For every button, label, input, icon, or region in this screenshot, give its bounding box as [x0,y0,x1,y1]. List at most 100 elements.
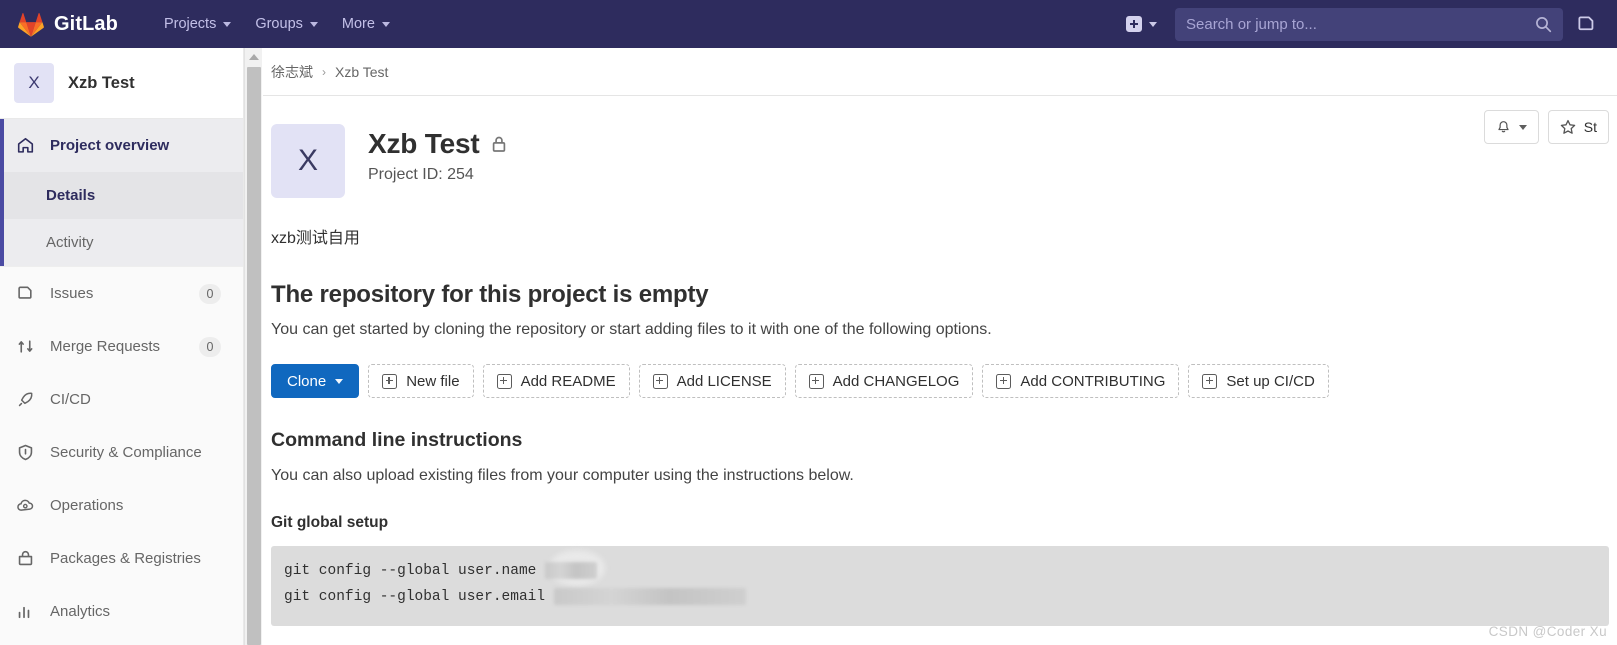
nav-groups-label: Groups [255,16,303,32]
chart-icon [18,606,30,619]
sidebar-item-details[interactable]: Details [0,172,243,219]
sidebar-label-details: Details [46,187,96,204]
chevron-down-icon [223,21,232,27]
breadcrumb: 徐志斌 › Xzb Test [263,48,1617,96]
add-changelog-button[interactable]: Add CHANGELOG [794,364,974,398]
chevron-down-icon [381,21,390,27]
sidebar-item-security[interactable]: Security & Compliance [0,426,243,479]
add-changelog-label: Add CHANGELOG [832,372,960,390]
star-button[interactable]: St [1547,110,1609,144]
repo-action-buttons: Clone New file Add README Add LICENSE Ad… [271,364,1617,398]
sidebar-item-packages[interactable]: Packages & Registries [0,532,243,585]
nav-item-groups[interactable]: Groups [245,10,328,38]
plus-square-icon [1202,373,1218,389]
sidebar-project-avatar: X [14,63,54,103]
sidebar-item-activity[interactable]: Activity [0,219,243,266]
setup-cicd-label: Set up CI/CD [1226,372,1315,390]
gitlab-brand[interactable]: GitLab [18,12,118,37]
cli-instructions-title: Command line instructions [271,429,523,451]
add-contributing-button[interactable]: Add CONTRIBUTING [982,364,1180,398]
code-email-text: git config --global user.email [284,589,554,605]
sidebar-subnav: Details Activity [0,172,243,266]
package-icon [18,550,33,566]
breadcrumb-separator: › [322,64,326,79]
project-meta: Xzb Test Project ID: 254 [368,124,508,184]
scrollbar-up-button[interactable] [245,48,263,65]
main-content: 徐志斌 › Xzb Test St X Xzb Test Project ID:… [263,48,1617,645]
breadcrumb-project[interactable]: Xzb Test [335,64,388,80]
sidebar-item-issues[interactable]: Issues 0 [0,267,243,320]
content-body: St X Xzb Test Project ID: 254 xzb测试自用 Th… [263,96,1617,626]
code-username-text: git config --global user.name [284,563,546,579]
plus-square-icon [652,373,668,389]
sidebar-label-merge-requests: Merge Requests [50,338,161,355]
redacted-username [545,561,598,579]
add-readme-label: Add README [520,372,616,390]
nav-item-projects[interactable]: Projects [154,10,241,38]
add-license-button[interactable]: Add LICENSE [638,364,786,398]
chevron-up-icon [249,53,259,60]
nav-projects-label: Projects [163,16,217,32]
git-setup-code-block[interactable]: git config --global user.name git config… [271,546,1609,626]
clone-button[interactable]: Clone [271,364,360,398]
sidebar-item-operations[interactable]: Operations [0,479,243,532]
create-new-button[interactable] [1120,10,1163,38]
breadcrumb-group[interactable]: 徐志斌 [271,62,313,82]
chevron-down-icon [1149,21,1157,27]
gitlab-logo-icon [18,12,44,37]
nav-item-more[interactable]: More [332,10,400,38]
issues-icon [1577,15,1593,30]
shield-icon [18,444,33,461]
home-icon [17,137,34,153]
project-avatar: X [271,124,345,198]
new-file-button[interactable]: New file [368,364,474,398]
scrollbar-thumb[interactable] [247,67,261,645]
notification-dropdown-button[interactable] [1483,110,1539,144]
plus-square-icon [496,373,512,389]
add-readme-button[interactable]: Add README [482,364,630,398]
sidebar-label-security: Security & Compliance [50,444,202,461]
sidebar-item-cicd[interactable]: CI/CD [0,373,243,426]
project-description: xzb测试自用 [271,230,360,247]
rocket-icon [18,392,33,407]
brand-label: GitLab [54,12,118,35]
issues-icon [18,286,32,299]
clone-label: Clone [287,372,327,390]
project-title-row: Xzb Test [368,128,508,160]
project-sidebar: X Xzb Test Project overview Details Acti… [0,48,244,645]
primary-nav: Projects Groups More [154,10,400,38]
sidebar-overview-group: Project overview Details Activity [0,119,243,267]
plus-square-icon [1126,16,1142,32]
redacted-email [553,587,746,605]
sidebar-label-analytics: Analytics [50,603,111,620]
setup-cicd-button[interactable]: Set up CI/CD [1188,364,1329,398]
star-icon [1560,119,1576,134]
sidebar-badge-merge-requests: 0 [199,336,221,357]
sidebar-item-project-overview[interactable]: Project overview [0,119,243,172]
plus-square-icon [808,373,824,389]
search-input[interactable] [1186,15,1535,33]
star-label: St [1583,119,1597,135]
git-global-setup-title: Git global setup [271,514,389,531]
sidebar-label-cicd: CI/CD [50,391,91,408]
add-license-label: Add LICENSE [676,372,772,390]
issues-nav-button[interactable] [1569,7,1603,41]
sidebar-label-activity: Activity [46,234,94,251]
cloud-gear-icon [17,499,34,511]
sidebar-scrollbar[interactable] [244,48,262,645]
project-id: Project ID: 254 [368,166,474,183]
global-search[interactable] [1175,7,1563,41]
sidebar-label-packages: Packages & Registries [50,550,201,567]
chevron-down-icon [309,21,318,27]
bell-icon [1498,120,1509,132]
page-title: Xzb Test [368,128,480,159]
lock-icon [493,136,506,152]
sidebar-item-analytics[interactable]: Analytics [0,585,243,638]
navbar-right-group [1120,7,1617,41]
sidebar-project-name: Xzb Test [68,73,135,92]
sidebar-project-header[interactable]: X Xzb Test [0,48,243,119]
sidebar-label-project-overview: Project overview [50,137,170,154]
sidebar-item-merge-requests[interactable]: Merge Requests 0 [0,320,243,373]
plus-square-icon [382,373,398,389]
search-icon [1536,16,1552,32]
